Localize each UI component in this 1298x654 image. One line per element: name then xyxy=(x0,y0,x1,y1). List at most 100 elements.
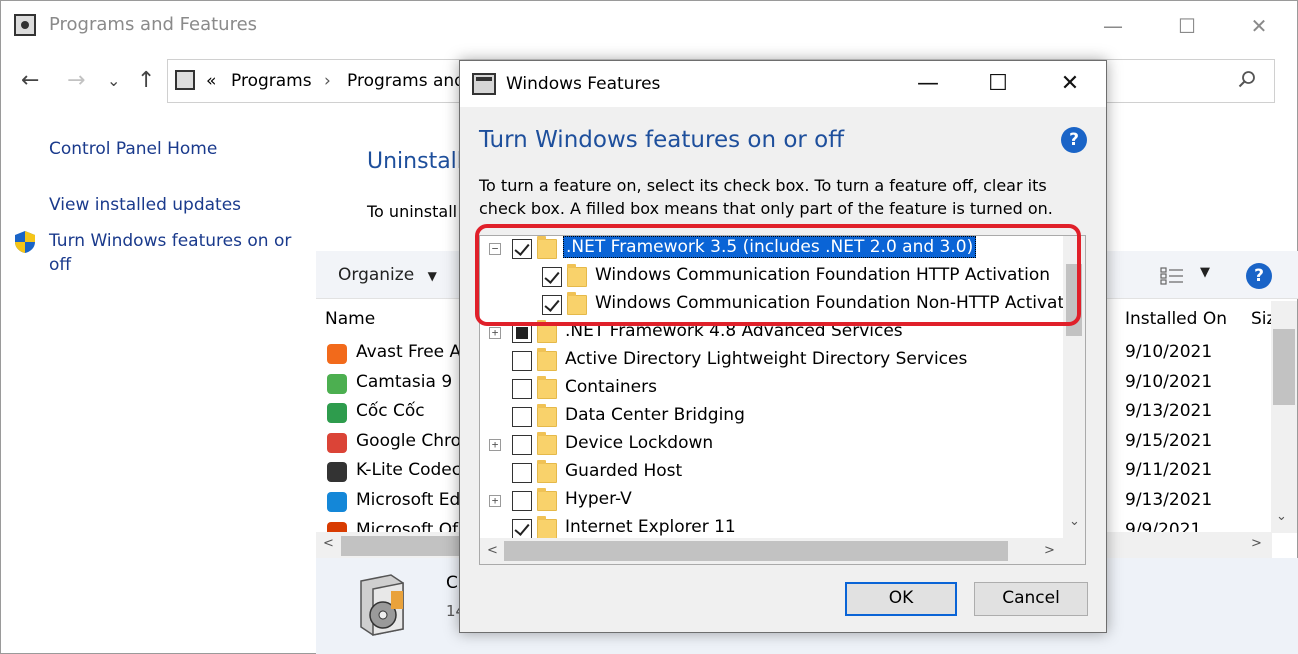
tree-scroll-right-arrow-icon[interactable]: > xyxy=(1044,543,1055,558)
feature-row[interactable]: − .NET Framework 3.5 (includes .NET 2.0 a… xyxy=(480,236,1062,263)
up-arrow-icon[interactable]: ↑ xyxy=(137,67,155,95)
program-name: Google Chro xyxy=(356,430,462,451)
feature-checkbox[interactable] xyxy=(512,435,532,455)
maximize-button[interactable]: ☐ xyxy=(1167,9,1207,43)
column-header-name[interactable]: Name xyxy=(325,309,375,329)
feature-row[interactable]: + Hyper-V xyxy=(480,487,1062,515)
cancel-button[interactable]: Cancel xyxy=(974,582,1088,616)
minimize-button[interactable]: — xyxy=(1093,9,1133,43)
recent-locations-chevron-icon[interactable]: ⌄ xyxy=(107,67,120,95)
main-subheading: To uninstall xyxy=(367,202,458,221)
program-package-icon xyxy=(360,574,404,636)
feature-label: .NET Framework 4.8 Advanced Services xyxy=(565,321,903,341)
program-name: Microsoft Ed xyxy=(356,490,461,510)
shield-icon xyxy=(15,231,35,253)
column-header-size[interactable]: Siz xyxy=(1251,309,1271,329)
installed-on-cell: 9/11/2021 xyxy=(1125,460,1213,481)
view-caret-icon[interactable]: ▼ xyxy=(1200,265,1210,280)
vertical-scroll-thumb[interactable] xyxy=(1273,329,1295,405)
folder-icon xyxy=(567,292,587,315)
tree-scroll-left-arrow-icon[interactable]: < xyxy=(487,543,498,558)
breadcrumb-overflow[interactable]: « xyxy=(206,71,216,91)
dialog-minimize-button[interactable]: — xyxy=(906,67,950,101)
view-installed-updates-link[interactable]: View installed updates xyxy=(49,195,241,215)
feature-label: Data Center Bridging xyxy=(565,405,745,425)
installed-on-cell: 9/10/2021 xyxy=(1125,371,1213,392)
tree-vertical-scrollbar[interactable]: ⌄ xyxy=(1063,236,1085,538)
expand-icon[interactable]: + xyxy=(489,327,501,339)
ok-button[interactable]: OK xyxy=(845,582,957,616)
main-heading: Uninstall xyxy=(367,149,463,174)
caret-down-icon: ▼ xyxy=(427,269,437,283)
feature-checkbox[interactable] xyxy=(512,351,532,371)
expand-icon[interactable]: + xyxy=(489,495,501,507)
installed-on-cell: 9/10/2021 xyxy=(1125,342,1213,362)
feature-row[interactable]: Data Center Bridging xyxy=(480,403,1062,431)
tree-horizontal-scrollbar[interactable]: < > xyxy=(480,538,1063,564)
program-row[interactable]: K-Lite Codec xyxy=(327,458,477,486)
feature-checkbox[interactable] xyxy=(512,379,532,399)
installed-on-cell: 9/15/2021 xyxy=(1125,430,1213,451)
program-icon xyxy=(327,403,347,424)
turn-windows-features-link[interactable]: Turn Windows features on or xyxy=(49,231,291,251)
feature-checkbox[interactable] xyxy=(512,239,532,259)
feature-checkbox[interactable] xyxy=(512,463,532,483)
feature-row[interactable]: Containers xyxy=(480,375,1062,403)
control-panel-home-link[interactable]: Control Panel Home xyxy=(49,139,217,159)
program-row[interactable]: Camtasia 9 xyxy=(327,370,477,398)
turn-windows-features-link-line2[interactable]: off xyxy=(49,255,71,275)
program-row[interactable]: Cốc Cốc xyxy=(327,399,477,427)
feature-checkbox[interactable] xyxy=(542,267,562,287)
breadcrumb-programs-and-features[interactable]: Programs and xyxy=(347,71,465,91)
folder-icon xyxy=(537,432,557,455)
program-name: Avast Free A xyxy=(356,342,462,362)
folder-icon xyxy=(537,376,557,399)
scroll-down-arrow-icon[interactable]: ⌄ xyxy=(1276,509,1287,524)
help-icon[interactable]: ? xyxy=(1061,127,1087,153)
feature-checkbox[interactable] xyxy=(512,491,532,511)
tree-vertical-scroll-thumb[interactable] xyxy=(1066,264,1082,336)
scroll-right-arrow-icon[interactable]: > xyxy=(1251,536,1262,551)
organize-label: Organize xyxy=(338,265,415,285)
tree-scroll-down-arrow-icon[interactable]: ⌄ xyxy=(1069,514,1080,529)
folder-icon xyxy=(537,488,557,511)
search-icon[interactable] xyxy=(1238,70,1256,88)
feature-row[interactable]: Guarded Host xyxy=(480,459,1062,487)
expand-icon[interactable]: + xyxy=(489,439,501,451)
view-options-icon[interactable] xyxy=(1160,266,1184,286)
feature-row[interactable]: Windows Communication Foundation HTTP Ac… xyxy=(480,263,1062,291)
feature-label: Internet Explorer 11 xyxy=(565,517,736,537)
collapse-icon[interactable]: − xyxy=(489,243,501,255)
folder-icon xyxy=(537,516,557,539)
feature-row[interactable]: + .NET Framework 4.8 Advanced Services xyxy=(480,319,1062,347)
forward-arrow-icon[interactable]: → xyxy=(67,67,85,95)
organize-button[interactable]: Organize ▼ xyxy=(338,265,437,285)
title-bar: Programs and Features — ☐ ✕ xyxy=(1,1,1297,51)
close-button[interactable]: ✕ xyxy=(1239,9,1279,43)
window-title: Programs and Features xyxy=(49,14,258,35)
feature-checkbox[interactable] xyxy=(512,519,532,539)
breadcrumb-programs[interactable]: Programs xyxy=(231,71,312,91)
dialog-title-bar: Windows Features — ☐ ✕ xyxy=(460,61,1106,107)
feature-row[interactable]: Active Directory Lightweight Directory S… xyxy=(480,347,1062,375)
scroll-left-arrow-icon[interactable]: < xyxy=(323,536,334,551)
feature-checkbox[interactable] xyxy=(512,323,532,343)
program-icon xyxy=(327,432,347,453)
feature-checkbox[interactable] xyxy=(542,295,562,315)
feature-row[interactable]: + Device Lockdown xyxy=(480,431,1062,459)
feature-row[interactable]: Windows Communication Foundation Non-HTT… xyxy=(480,291,1064,319)
program-row[interactable]: Google Chro xyxy=(327,429,477,457)
back-arrow-icon[interactable]: ← xyxy=(21,67,39,95)
column-header-installed-on[interactable]: Installed On xyxy=(1125,309,1227,329)
feature-checkbox[interactable] xyxy=(512,407,532,427)
dialog-close-button[interactable]: ✕ xyxy=(1048,67,1092,101)
feature-label: Device Lockdown xyxy=(565,433,714,453)
program-row[interactable]: Avast Free A xyxy=(327,340,477,368)
feature-label: Guarded Host xyxy=(565,461,683,481)
help-icon[interactable]: ? xyxy=(1246,263,1272,289)
program-name: Camtasia 9 xyxy=(356,371,453,392)
program-name: Cốc Cốc xyxy=(356,401,425,422)
tree-horizontal-scroll-thumb[interactable] xyxy=(504,541,1008,561)
program-row[interactable]: Microsoft Ed xyxy=(327,488,477,516)
dialog-maximize-button[interactable]: ☐ xyxy=(976,67,1020,101)
